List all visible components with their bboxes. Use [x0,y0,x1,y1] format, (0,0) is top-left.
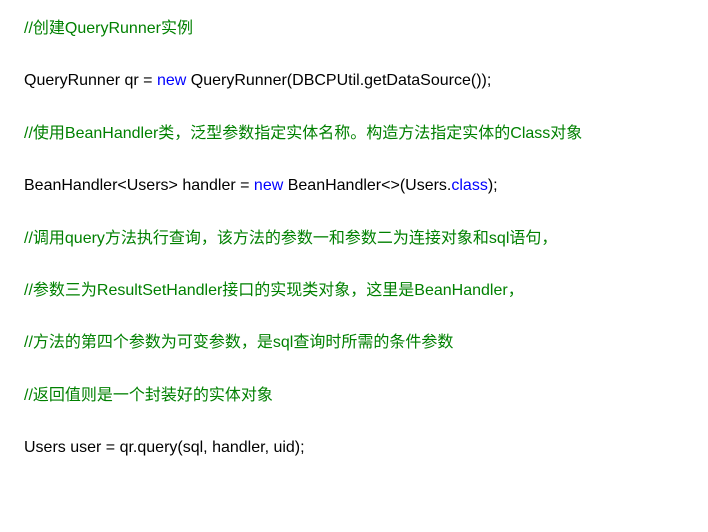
keyword-new: new [157,72,186,89]
code-line: //使用BeanHandler类，泛型参数指定实体名称。构造方法指定实体的Cla… [24,123,684,145]
comment-text: //调用query方法执行查询，该方法的参数一和参数二为连接对象和sql语句， [24,230,557,247]
code-line: //创建QueryRunner实例 [24,18,684,40]
comment-text: //创建QueryRunner实例 [24,20,193,37]
code-text: BeanHandler<>(Users. [283,177,451,194]
code-line: //方法的第四个参数为可变参数，是sql查询时所需的条件参数 [24,332,684,354]
code-snippet: //创建QueryRunner实例 QueryRunner qr = new Q… [0,0,708,460]
code-line: QueryRunner qr = new QueryRunner(DBCPUti… [24,70,684,92]
keyword-new: new [254,177,283,194]
keyword-class: class [451,177,487,194]
code-line: Users user = qr.query(sql, handler, uid)… [24,437,684,459]
code-text: Users user = qr.query(sql, handler, uid)… [24,439,305,456]
code-line: BeanHandler<Users> handler = new BeanHan… [24,175,684,197]
code-line: //返回值则是一个封装好的实体对象 [24,385,684,407]
code-line: //参数三为ResultSetHandler接口的实现类对象，这里是BeanHa… [24,280,684,302]
code-line: //调用query方法执行查询，该方法的参数一和参数二为连接对象和sql语句， [24,228,684,250]
code-text: QueryRunner qr = [24,72,157,89]
comment-text: //使用BeanHandler类，泛型参数指定实体名称。构造方法指定实体的Cla… [24,125,582,142]
code-text: QueryRunner(DBCPUtil.getDataSource()); [186,72,491,89]
comment-text: //返回值则是一个封装好的实体对象 [24,387,273,404]
code-text: ); [488,177,498,194]
comment-text: //方法的第四个参数为可变参数，是sql查询时所需的条件参数 [24,334,453,351]
code-text: BeanHandler<Users> handler = [24,177,254,194]
comment-text: //参数三为ResultSetHandler接口的实现类对象，这里是BeanHa… [24,282,524,299]
